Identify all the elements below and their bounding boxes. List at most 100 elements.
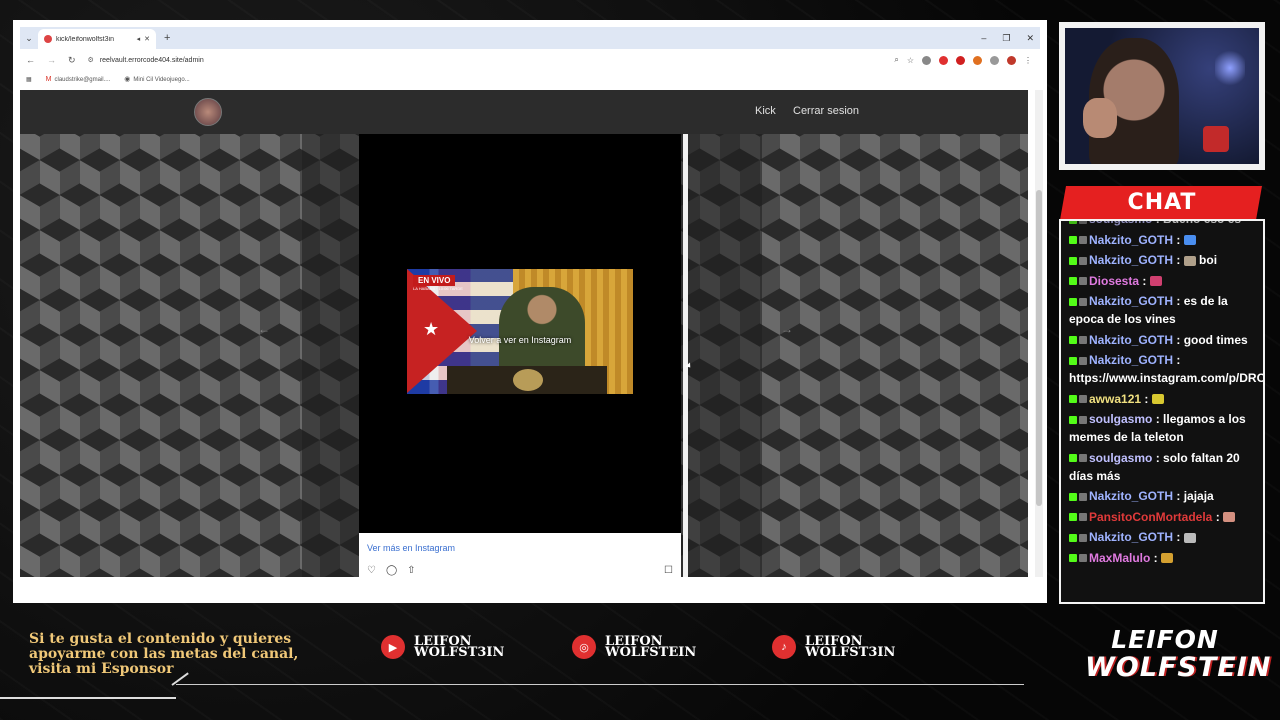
chat-separator: :: [1152, 221, 1163, 226]
tab-search-chevron-icon[interactable]: ⌄: [20, 33, 38, 44]
extension-icon[interactable]: [956, 55, 965, 65]
menu-kebab-icon[interactable]: ⋮: [1024, 56, 1032, 65]
social-tiktok-name: LEIFON WOLFST3IN: [805, 635, 896, 660]
channel-logo-line2: WOLFSTEIN: [1085, 652, 1272, 683]
tab-title: kick/leifonwolfst3in: [56, 35, 114, 43]
user-badge-icon: [1079, 336, 1087, 345]
url-field[interactable]: ⚙ reelvault.errorcode404.site/admin: [87, 52, 848, 68]
footer-divider-long: [176, 684, 1024, 685]
save-icon[interactable]: ☐: [664, 565, 673, 576]
bookmark-gmail[interactable]: Mclaudstrike@gmail....: [46, 76, 111, 83]
kick-badge-icon: [1069, 221, 1077, 224]
chat-text: jajaja: [1183, 489, 1214, 503]
chat-separator: :: [1173, 253, 1184, 267]
chat-message: Nakzito_GOTH : https://www.instagram.com…: [1069, 351, 1263, 387]
social-youtube: ▶ LEIFON WOLFST3IN: [381, 635, 504, 659]
gmail-icon: M: [45, 75, 52, 83]
share-icon[interactable]: ⇧: [407, 565, 415, 576]
view-more-instagram-link[interactable]: Ver más en Instagram: [367, 543, 455, 553]
comment-icon[interactable]: ◯: [386, 565, 397, 576]
chat-message-list[interactable]: soulgasmo : Bueno eso es Nakzito_GOTH : N…: [1061, 221, 1263, 602]
kick-badge-icon: [1069, 236, 1077, 245]
chat-username[interactable]: Nakzito_GOTH: [1089, 333, 1173, 347]
apps-grid-icon[interactable]: ▦: [26, 76, 32, 83]
next-arrow-icon[interactable]: →: [781, 322, 793, 336]
social-instagram-name: LEIFON WOLFSTEIN: [605, 635, 696, 659]
emote-icon: [1223, 512, 1236, 523]
site-info-icon[interactable]: ⚙: [88, 56, 94, 64]
chat-username[interactable]: awwa121: [1089, 392, 1141, 406]
chat-separator: :: [1152, 450, 1164, 465]
new-tab-icon[interactable]: +: [164, 32, 170, 44]
background-light: [1215, 48, 1245, 88]
chat-message: PansitoConMortadela :: [1069, 508, 1261, 526]
user-badge-icon: [1079, 415, 1087, 424]
chat-username[interactable]: Nakzito_GOTH: [1089, 489, 1173, 503]
close-window-icon[interactable]: ✕: [1026, 33, 1034, 44]
chat-username[interactable]: Nakzito_GOTH: [1089, 294, 1173, 308]
bookmark-minicil[interactable]: ◉ Mini Cil Videojuego...: [124, 75, 189, 83]
sponsor-text: Si te gusta el contenido y quieres apoya…: [29, 631, 299, 677]
social-instagram: ◎ LEIFON WOLFSTEIN: [572, 635, 696, 659]
emote-icon: [1183, 255, 1196, 266]
back-icon[interactable]: ←: [26, 55, 35, 65]
chat-username[interactable]: Nakzito_GOTH: [1089, 530, 1173, 544]
browser-capture: ⌄ kick/leifonwolfst3in ◂ ✕ + – ❐ ✕ ← → ↻…: [13, 20, 1047, 603]
reload-icon[interactable]: ↻: [68, 55, 76, 66]
extensions-puzzle-icon[interactable]: [990, 55, 999, 65]
extension-icon[interactable]: [973, 55, 982, 65]
forward-icon[interactable]: →: [47, 55, 56, 65]
profile-avatar[interactable]: [1007, 55, 1016, 65]
user-badge-icon: [1079, 533, 1087, 542]
chat-separator: :: [1173, 294, 1184, 308]
chat-message: Nakzito_GOTH : es de la epoca de los vin…: [1069, 292, 1261, 328]
close-tab-icon[interactable]: ✕: [144, 35, 150, 43]
emote-icon: [1149, 276, 1162, 287]
chat-username[interactable]: Nakzito_GOTH: [1089, 353, 1173, 367]
chat-text: Bueno eso es: [1163, 221, 1241, 226]
minimize-icon[interactable]: –: [981, 33, 986, 44]
chat-message: Nakzito_GOTH :: [1069, 528, 1261, 546]
youtube-icon: ▶: [381, 635, 405, 659]
speaker-icon[interactable]: ◂: [137, 35, 141, 43]
extension-icon[interactable]: [922, 55, 931, 65]
chat-username[interactable]: soulgasmo: [1089, 221, 1152, 226]
prev-arrow-icon[interactable]: ←: [258, 322, 270, 336]
heart-icon[interactable]: ♡: [367, 565, 376, 576]
zoom-icon[interactable]: ⌕: [894, 55, 898, 65]
browser-tab[interactable]: kick/leifonwolfst3in ◂ ✕: [38, 29, 156, 49]
kick-badge-icon: [1069, 395, 1077, 404]
site-logo-avatar[interactable]: [194, 98, 222, 126]
embed-divider: [683, 134, 688, 577]
chat-username[interactable]: soulgasmo: [1089, 451, 1152, 465]
nav-link-logout[interactable]: Cerrar sesion: [793, 105, 859, 117]
user-badge-icon: [1079, 356, 1087, 365]
chat-username[interactable]: soulgasmo: [1089, 412, 1152, 426]
kick-badge-icon: [1069, 492, 1077, 501]
chat-username[interactable]: Diosesta: [1089, 274, 1139, 288]
chat-panel: soulgasmo : Bueno eso es Nakzito_GOTH : N…: [1059, 219, 1265, 604]
speaker-figure: [499, 287, 585, 377]
footer-divider: [0, 697, 176, 699]
instagram-embed-footer: Ver más en Instagram ♡ ◯ ⇧ ☐: [359, 533, 681, 577]
extension-icon[interactable]: [939, 55, 948, 65]
chat-username[interactable]: PansitoConMortadela: [1089, 510, 1212, 524]
page-scrollbar[interactable]: [1035, 90, 1043, 577]
restore-icon[interactable]: ❐: [1002, 33, 1010, 44]
nav-link-kick[interactable]: Kick: [755, 105, 776, 117]
chat-separator: :: [1173, 530, 1184, 544]
chat-username[interactable]: Nakzito_GOTH: [1089, 233, 1173, 247]
chat-username[interactable]: Nakzito_GOTH: [1089, 253, 1173, 267]
bookmark-star-icon[interactable]: ☆: [907, 56, 914, 65]
social-tiktok-line2: WOLFST3IN: [805, 645, 896, 660]
scrollbar-thumb[interactable]: [1036, 190, 1042, 506]
user-badge-icon: [1079, 277, 1087, 286]
video-caption[interactable]: Volver a ver en Instagram: [407, 335, 633, 345]
chat-username[interactable]: MaxMalulo: [1089, 551, 1150, 565]
webcam-feed: [1065, 28, 1259, 164]
kick-badge-icon: [1069, 297, 1077, 306]
kick-badge-icon: [1069, 277, 1077, 286]
user-badge-icon: [1079, 256, 1087, 265]
video-thumbnail[interactable]: ★ EN VIVO LA HABANA · 10:06 TARDE Volver…: [407, 269, 633, 394]
chat-message: MaxMalulo :: [1069, 549, 1261, 567]
